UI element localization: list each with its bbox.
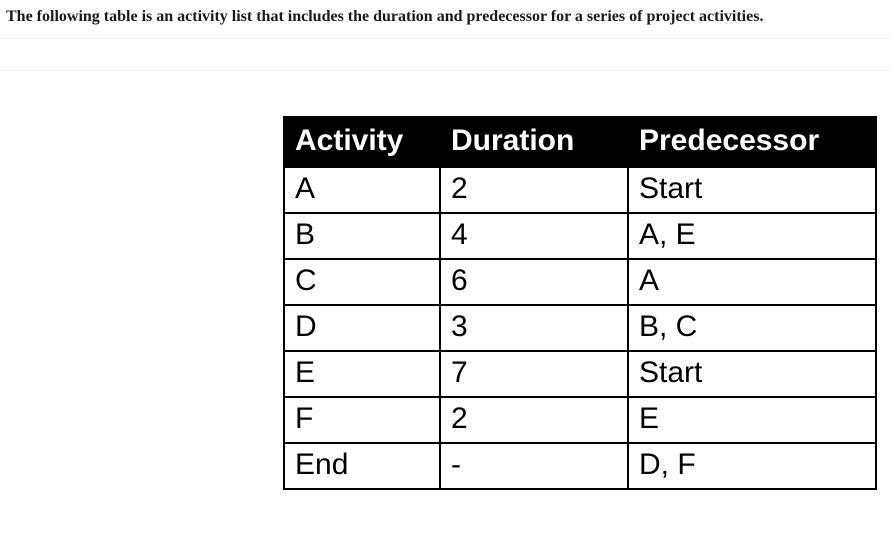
cell-predecessor: Start: [628, 167, 876, 213]
cell-duration: 6: [440, 259, 628, 305]
cell-activity: D: [284, 305, 440, 351]
cell-duration: 3: [440, 305, 628, 351]
cell-predecessor: E: [628, 397, 876, 443]
cell-activity: A: [284, 167, 440, 213]
header-activity: Activity: [284, 117, 440, 167]
cell-duration: 4: [440, 213, 628, 259]
cell-predecessor: B, C: [628, 305, 876, 351]
table-row: E 7 Start: [284, 351, 876, 397]
activity-table-container: Activity Duration Predecessor A 2 Start …: [283, 116, 877, 490]
viewport-cutoff: [0, 516, 892, 556]
cell-duration: 2: [440, 397, 628, 443]
header-duration: Duration: [440, 117, 628, 167]
cell-activity: B: [284, 213, 440, 259]
header-predecessor: Predecessor: [628, 117, 876, 167]
cell-activity: F: [284, 397, 440, 443]
cell-predecessor: D, F: [628, 443, 876, 489]
table-header-row: Activity Duration Predecessor: [284, 117, 876, 167]
table-row: F 2 E: [284, 397, 876, 443]
cell-duration: 7: [440, 351, 628, 397]
cell-predecessor: Start: [628, 351, 876, 397]
activity-table: Activity Duration Predecessor A 2 Start …: [283, 116, 877, 490]
table-row: C 6 A: [284, 259, 876, 305]
table-row: A 2 Start: [284, 167, 876, 213]
cell-activity: C: [284, 259, 440, 305]
cell-activity: End: [284, 443, 440, 489]
separator-line: [0, 38, 892, 39]
cell-predecessor: A: [628, 259, 876, 305]
cell-activity: E: [284, 351, 440, 397]
table-row: B 4 A, E: [284, 213, 876, 259]
cell-duration: -: [440, 443, 628, 489]
table-row: End - D, F: [284, 443, 876, 489]
cell-predecessor: A, E: [628, 213, 876, 259]
table-row: D 3 B, C: [284, 305, 876, 351]
cell-duration: 2: [440, 167, 628, 213]
separator-line: [0, 70, 892, 71]
intro-text: The following table is an activity list …: [0, 0, 892, 30]
